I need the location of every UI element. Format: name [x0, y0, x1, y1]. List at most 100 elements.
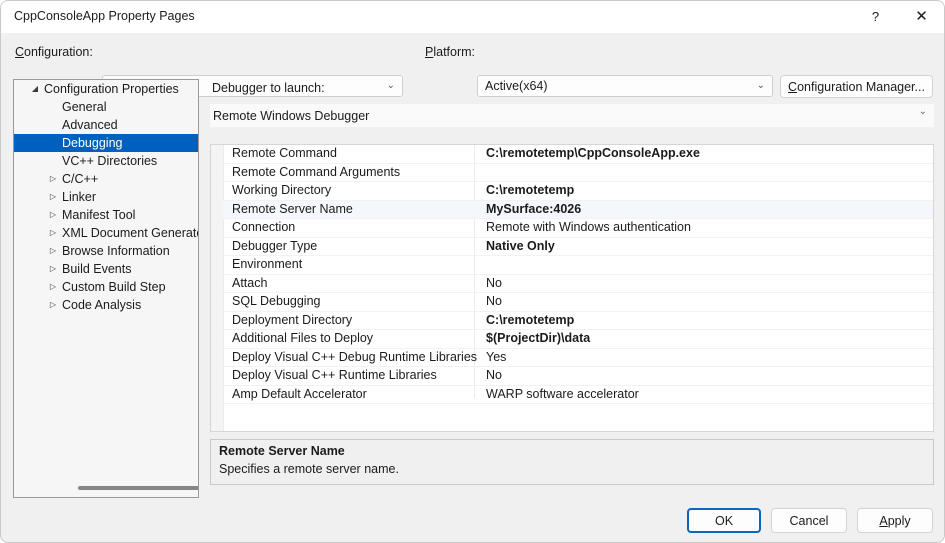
property-value[interactable]: Remote with Windows authentication	[486, 219, 691, 237]
help-button[interactable]: ?	[853, 1, 898, 33]
tree-item-label: Advanced	[62, 116, 118, 134]
tree-item-linker[interactable]: ▷Linker	[14, 188, 198, 206]
description-title: Remote Server Name	[219, 444, 345, 458]
property-row[interactable]: Working Directory C:\remotetemp	[223, 182, 933, 201]
tree-expander-collapsed-icon[interactable]: ▷	[46, 242, 60, 260]
property-row[interactable]: Debugger Type Native Only	[223, 238, 933, 257]
tree-item-browse-information[interactable]: ▷Browse Information	[14, 242, 198, 260]
property-row[interactable]: Attach No	[223, 275, 933, 294]
tree-item-code-analysis[interactable]: ▷Code Analysis	[14, 296, 198, 314]
tree-expander-collapsed-icon[interactable]: ▷	[46, 260, 60, 278]
property-name: Remote Command	[232, 145, 337, 163]
property-row[interactable]: Remote Command C:\remotetemp\CppConsoleAp…	[223, 145, 933, 164]
property-value[interactable]: No	[486, 275, 502, 293]
property-name: Deployment Directory	[232, 312, 352, 330]
description-pane: Remote Server Name Specifies a remote se…	[210, 439, 934, 485]
property-name: Deploy Visual C++ Runtime Libraries	[232, 367, 437, 385]
property-value[interactable]: No	[486, 367, 502, 385]
tree-item-custom-build-step[interactable]: ▷Custom Build Step	[14, 278, 198, 296]
configuration-properties-tree[interactable]: ◢Configuration PropertiesGeneralAdvanced…	[13, 79, 199, 498]
tree-item-vc-directories[interactable]: VC++ Directories	[14, 152, 198, 170]
close-button[interactable]: ✕	[899, 1, 944, 33]
property-row[interactable]: Additional Files to Deploy $(ProjectDir)\…	[223, 330, 933, 349]
property-value[interactable]: C:\remotetemp	[486, 312, 574, 330]
tree-item-label: Linker	[62, 188, 96, 206]
property-value[interactable]: Yes	[486, 349, 506, 367]
platform-dropdown[interactable]: Active(x64) ⌄	[477, 75, 773, 97]
tree-item-label: XML Document Generator	[62, 224, 199, 242]
property-name: Debugger Type	[232, 238, 317, 256]
ok-button[interactable]: OK	[687, 508, 761, 533]
tree-horizontal-scrollbar[interactable]	[14, 480, 198, 497]
property-value[interactable]: WARP software accelerator	[486, 386, 639, 404]
cancel-button[interactable]: Cancel	[771, 508, 847, 533]
debugger-to-launch-label: Debugger to launch:	[212, 81, 325, 95]
property-row[interactable]: Deploy Visual C++ Runtime Libraries No	[223, 367, 933, 386]
apply-button[interactable]: Apply	[857, 508, 933, 533]
property-row[interactable]: Remote Command Arguments	[223, 164, 933, 183]
property-name: SQL Debugging	[232, 293, 321, 311]
tree-item-c-c[interactable]: ▷C/C++	[14, 170, 198, 188]
tree-item-debugging[interactable]: Debugging	[14, 134, 198, 152]
property-row[interactable]: Environment	[223, 256, 933, 275]
property-grid[interactable]: Remote Command C:\remotetemp\CppConsoleAp…	[210, 144, 934, 432]
property-name: Connection	[232, 219, 295, 237]
property-grid-rows: Remote Command C:\remotetemp\CppConsoleAp…	[223, 145, 933, 404]
tree-item-label: VC++ Directories	[62, 152, 157, 170]
property-row[interactable]: SQL Debugging No	[223, 293, 933, 312]
tree-expander-collapsed-icon[interactable]: ▷	[46, 296, 60, 314]
property-name: Deploy Visual C++ Debug Runtime Librarie…	[232, 349, 477, 367]
tree-expander-collapsed-icon[interactable]: ▷	[46, 188, 60, 206]
tree-item-label: Debugging	[62, 134, 122, 152]
chevron-down-icon: ⌄	[919, 106, 927, 117]
tree-item-label: Code Analysis	[62, 296, 141, 314]
tree-item-configuration-properties[interactable]: ◢Configuration Properties	[14, 80, 198, 98]
tree-item-general[interactable]: General	[14, 98, 198, 116]
tree-list: ◢Configuration PropertiesGeneralAdvanced…	[14, 80, 198, 314]
property-row[interactable]: Amp Default AcceleratorWARP software acc…	[223, 386, 933, 405]
tree-item-build-events[interactable]: ▷Build Events	[14, 260, 198, 278]
chevron-down-icon: ⌄	[757, 76, 765, 96]
tree-expander-collapsed-icon[interactable]: ▷	[46, 170, 60, 188]
tree-item-xml-document-generator[interactable]: ▷XML Document Generator	[14, 224, 198, 242]
tree-expander-collapsed-icon[interactable]: ▷	[46, 278, 60, 296]
debugger-to-launch-dropdown[interactable]: Remote Windows Debugger ⌄	[210, 104, 934, 127]
property-name: Remote Server Name	[232, 201, 353, 219]
property-value[interactable]: $(ProjectDir)\data	[486, 330, 590, 348]
tree-item-label: Custom Build Step	[62, 278, 166, 296]
tree-item-advanced[interactable]: Advanced	[14, 116, 198, 134]
property-row[interactable]: Remote Server Name MySurface:4026	[223, 201, 933, 220]
configuration-label: Configuration:	[15, 45, 93, 59]
description-text: Specifies a remote server name.	[219, 462, 399, 476]
configuration-label-rest: onfiguration:	[24, 45, 93, 59]
question-mark-icon: ?	[853, 1, 898, 33]
property-value[interactable]: MySurface:4026	[486, 201, 581, 219]
debugger-to-launch-value: Remote Windows Debugger	[213, 109, 369, 123]
property-value[interactable]: C:\remotetemp	[486, 182, 574, 200]
property-row[interactable]: Connection Remote with Windows authentica…	[223, 219, 933, 238]
tree-expander-expanded-icon[interactable]: ◢	[28, 80, 42, 98]
property-name: Attach	[232, 275, 267, 293]
property-value[interactable]: Native Only	[486, 238, 555, 256]
property-row[interactable]: Deployment Directory C:\remotetemp	[223, 312, 933, 331]
property-value[interactable]: No	[486, 293, 502, 311]
property-row[interactable]: Deploy Visual C++ Debug Runtime Librarie…	[223, 349, 933, 368]
tree-item-label: Configuration Properties	[44, 80, 179, 98]
title-bar: CppConsoleApp Property Pages ? ✕	[1, 1, 945, 33]
configuration-manager-button[interactable]: Configuration Manager...	[780, 75, 933, 98]
tree-scrollbar-thumb[interactable]	[78, 486, 199, 490]
tree-expander-collapsed-icon[interactable]: ▷	[46, 206, 60, 224]
property-value[interactable]: C:\remotetemp\CppConsoleApp.exe	[486, 145, 700, 163]
property-name: Working Directory	[232, 182, 331, 200]
tree-item-label: Build Events	[62, 260, 131, 278]
tree-item-label: Manifest Tool	[62, 206, 135, 224]
close-icon: ✕	[899, 1, 944, 33]
property-name: Additional Files to Deploy	[232, 330, 373, 348]
tree-item-manifest-tool[interactable]: ▷Manifest Tool	[14, 206, 198, 224]
property-name: Remote Command Arguments	[232, 164, 400, 182]
page-title: CppConsoleApp Property Pages	[14, 9, 195, 23]
platform-label-rest: latform:	[433, 45, 475, 59]
tree-item-label: General	[62, 98, 106, 116]
tree-expander-collapsed-icon[interactable]: ▷	[46, 224, 60, 242]
property-pages-dialog: CppConsoleApp Property Pages ? ✕ Configu…	[0, 0, 945, 543]
